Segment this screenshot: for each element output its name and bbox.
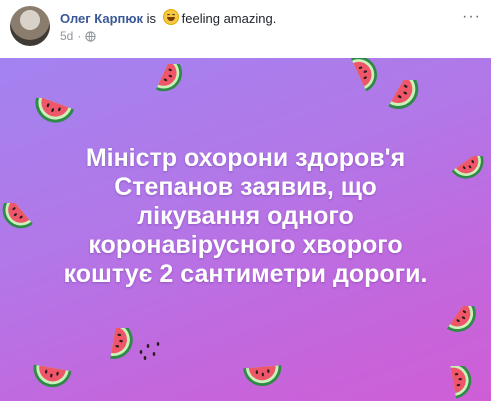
text-line: лікування одного [137,202,354,230]
watermelon-slice-icon [388,80,426,117]
watermelon-slice-icon [155,64,189,98]
is-text: is [146,11,157,26]
post-image[interactable]: Міністр охорони здоров'я Степанов заявив… [0,58,491,401]
author-name-link[interactable]: Олег Карпюк [60,11,143,26]
author-line: Олег Карпюк is feeling amazing. [60,9,276,26]
text-line: Міністр охорони здоров'я [85,144,406,172]
watermelon-slice-icon [449,366,475,399]
smiley-emoji-icon [162,9,179,25]
seeds-decoration [139,342,160,360]
watermelon-slice-icon [29,98,75,129]
watermelon-slice-icon [243,365,283,388]
post-meta: 5d · [60,29,96,43]
text-line: Степанов заявив, що [114,173,377,201]
watermelon-slice-icon [446,306,484,340]
separator-dot: · [77,29,82,43]
globe-icon [85,30,96,42]
post-header: Олег Карпюк is feeling amazing. 5d · ··· [0,0,491,58]
text-line: коштує 2 сантиметри дороги. [63,260,428,288]
text-line: коронавірусного хворого [88,231,403,259]
more-options-icon[interactable]: ··· [462,8,481,26]
avatar[interactable] [10,6,50,46]
watermelon-slice-icon [30,364,72,391]
timestamp-link[interactable]: 5d [60,29,73,43]
post-image-text: Міністр охорони здоров'я Степанов заявив… [0,144,491,289]
feeling-text: feeling amazing. [181,11,277,26]
